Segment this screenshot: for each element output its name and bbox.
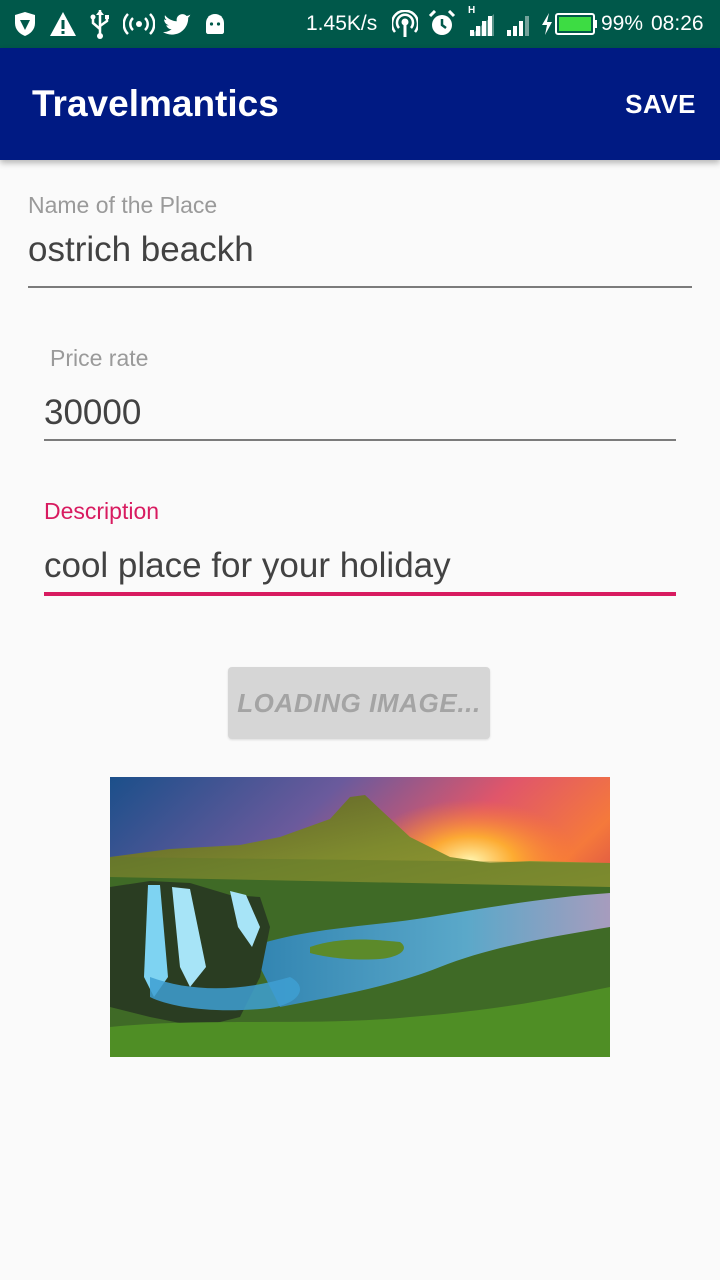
battery-percent: 99% — [601, 12, 644, 35]
app-bar: Travelmantics SAVE — [0, 48, 720, 160]
load-image-button[interactable]: LOADING IMAGE... — [228, 667, 490, 739]
android-icon — [203, 8, 227, 40]
price-field[interactable]: Price rate 30000 — [44, 343, 676, 443]
twitter-icon — [163, 8, 191, 40]
alarm-icon — [428, 8, 456, 40]
warning-icon — [48, 8, 78, 40]
battery-charging-icon — [540, 8, 598, 40]
description-field[interactable]: Description cool place for your holiday — [44, 496, 676, 600]
description-field-label: Description — [44, 498, 160, 524]
signal-h-icon: H — [466, 5, 496, 40]
load-image-button-label: LOADING IMAGE... — [237, 687, 481, 718]
save-button[interactable]: SAVE — [625, 86, 696, 122]
price-field-value[interactable]: 30000 — [44, 391, 141, 435]
name-field-underline — [28, 286, 692, 288]
name-field[interactable]: Name of the Place ostrich beackh — [28, 190, 692, 290]
network-speed: 1.45K/s — [306, 12, 378, 35]
price-field-label: Price rate — [50, 345, 149, 371]
landscape-photo — [110, 777, 610, 1057]
wifi-icon — [392, 8, 418, 40]
usb-icon — [88, 8, 112, 40]
clock: 08:26 — [651, 12, 704, 35]
name-field-label: Name of the Place — [28, 192, 218, 218]
description-field-underline — [44, 592, 676, 596]
shield-icon — [12, 8, 38, 40]
app-title: Travelmantics — [32, 83, 279, 124]
name-field-value[interactable]: ostrich beackh — [28, 228, 254, 272]
signal-icon — [503, 8, 533, 40]
status-bar: 1.45K/s H 99% 08:26 — [0, 0, 720, 48]
hotspot-icon — [123, 8, 155, 40]
network-type-label: H — [468, 5, 476, 16]
description-field-value[interactable]: cool place for your holiday — [44, 544, 451, 588]
price-field-underline — [44, 439, 676, 441]
place-image — [110, 777, 610, 1057]
